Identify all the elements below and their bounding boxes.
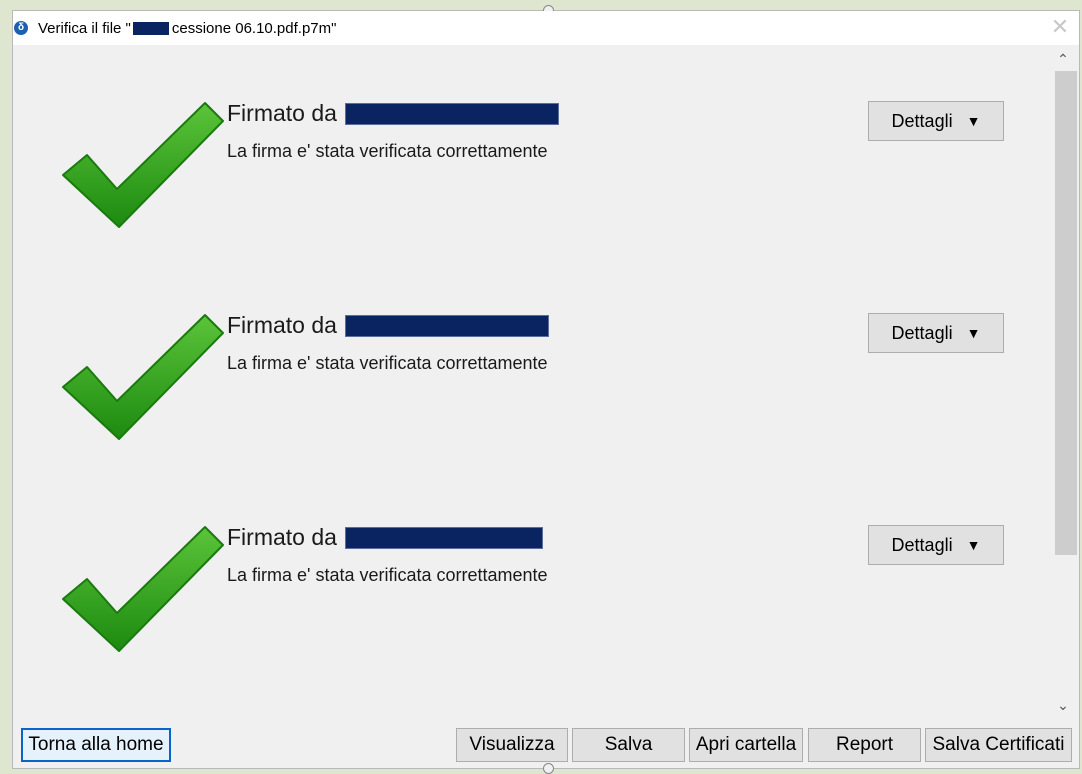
check-icon: [62, 314, 224, 440]
details-label: Dettagli: [891, 110, 953, 131]
view-button[interactable]: Visualizza: [456, 728, 568, 762]
save-certificates-button[interactable]: Salva Certificati: [925, 728, 1072, 762]
redacted-signer-name: [344, 526, 543, 549]
signatures-panel: Firmato da La firma e' stata verificata …: [13, 45, 1049, 725]
title-prefix: Verifica il file ": [38, 19, 131, 37]
details-label: Dettagli: [891, 534, 953, 555]
scroll-up-icon[interactable]: ⌃: [1047, 47, 1079, 71]
caret-down-icon: ▼: [966, 113, 981, 129]
caret-down-icon: ▼: [966, 537, 981, 553]
open-folder-button[interactable]: Apri cartella: [689, 728, 803, 762]
details-button[interactable]: Dettagli ▼: [868, 313, 1004, 353]
title-bar: δ Verifica il file " cessione 06.10.pdf.…: [13, 11, 1079, 45]
verification-status: La firma e' stata verificata correttamen…: [227, 141, 548, 161]
details-button[interactable]: Dettagli ▼: [868, 525, 1004, 565]
home-button[interactable]: Torna alla home: [21, 728, 171, 762]
verify-file-dialog: δ Verifica il file " cessione 06.10.pdf.…: [12, 5, 1080, 774]
details-label: Dettagli: [891, 322, 953, 343]
signed-by-label: Firmato da: [227, 312, 337, 338]
signer-line: Firmato da: [227, 100, 559, 127]
save-button[interactable]: Salva: [572, 728, 685, 762]
scroll-thumb[interactable]: [1055, 71, 1077, 555]
redacted-signer-name: [344, 102, 559, 125]
details-button[interactable]: Dettagli ▼: [868, 101, 1004, 141]
check-icon: [62, 102, 224, 228]
signature-item: Firmato da La firma e' stata verificata …: [13, 469, 1049, 669]
scroll-down-icon[interactable]: ⌄: [1047, 693, 1079, 717]
signed-by-label: Firmato da: [227, 100, 337, 126]
verification-status: La firma e' stata verificata correttamen…: [227, 565, 548, 585]
vertical-scrollbar[interactable]: ⌃ ⌄: [1047, 45, 1079, 725]
signature-item: Firmato da La firma e' stata verificata …: [13, 257, 1049, 457]
app-logo-icon: δ: [14, 21, 28, 35]
report-button[interactable]: Report: [808, 728, 921, 762]
caret-down-icon: ▼: [966, 325, 981, 341]
bottom-toolbar: Torna alla home Visualizza Salva Apri ca…: [13, 724, 1079, 768]
close-icon[interactable]: ✕: [1047, 14, 1073, 40]
redacted-filename: [132, 21, 169, 35]
check-icon: [62, 526, 224, 652]
signer-line: Firmato da: [227, 312, 549, 339]
window-title: Verifica il file " cessione 06.10.pdf.p7…: [38, 20, 336, 37]
redacted-signer-name: [344, 314, 549, 337]
signature-item: Firmato da La firma e' stata verificata …: [13, 45, 1049, 245]
verification-status: La firma e' stata verificata correttamen…: [227, 353, 548, 373]
title-suffix: cessione 06.10.pdf.p7m": [171, 19, 337, 37]
signer-line: Firmato da: [227, 524, 543, 551]
signed-by-label: Firmato da: [227, 524, 337, 550]
